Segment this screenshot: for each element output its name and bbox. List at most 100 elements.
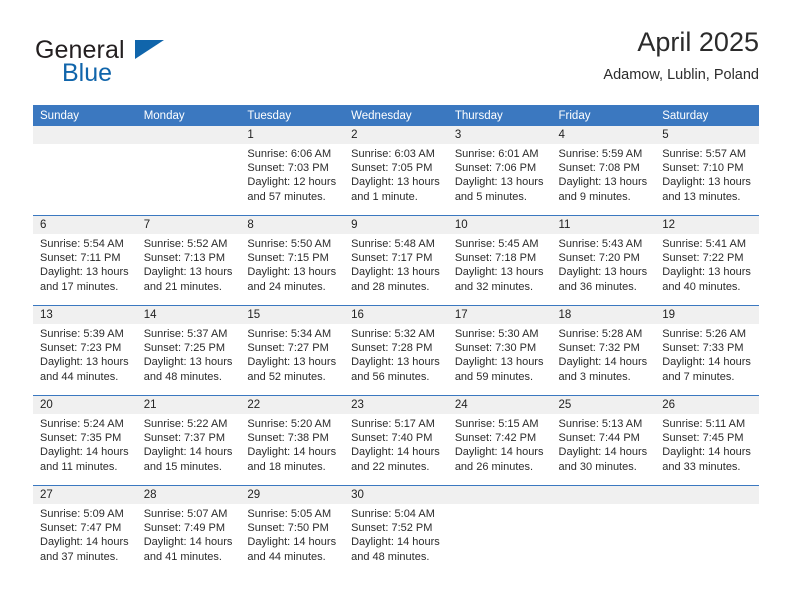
day-details-14: Sunrise: 5:37 AM Sunset: 7:25 PM Daylight:… xyxy=(136,324,241,396)
day-number-27[interactable]: 27 xyxy=(33,485,137,504)
week-daynumber-row: 12345 xyxy=(33,126,759,144)
day-detail-line: Sunrise: 5:11 AM xyxy=(662,418,746,430)
day-number-23[interactable]: 23 xyxy=(344,395,448,414)
day-detail-line: Sunset: 7:33 PM xyxy=(662,342,744,355)
weekday-header-friday: Friday xyxy=(551,105,656,126)
day-number-14[interactable]: 14 xyxy=(136,305,241,324)
day-number-21[interactable]: 21 xyxy=(136,395,241,414)
day-number-19[interactable]: 19 xyxy=(655,305,759,324)
day-number-7[interactable]: 7 xyxy=(136,215,241,234)
day-detail-line: and 44 minutes. xyxy=(247,550,326,563)
day-detail-line: Daylight: 13 hours xyxy=(662,266,751,279)
day-number-15[interactable]: 15 xyxy=(240,305,345,324)
day-detail-line: and 15 minutes. xyxy=(143,460,222,473)
day-number-9[interactable]: 9 xyxy=(344,215,448,234)
day-number-13[interactable]: 13 xyxy=(33,305,137,324)
day-detail-line: Daylight: 14 hours xyxy=(662,356,751,369)
day-number-3[interactable]: 3 xyxy=(447,126,552,144)
day-detail-line: Daylight: 13 hours xyxy=(247,356,337,369)
brand-logo[interactable]: General Blue xyxy=(33,26,293,92)
day-number-26[interactable]: 26 xyxy=(655,395,759,414)
day-number-11[interactable]: 11 xyxy=(551,215,656,234)
weekday-header-tuesday: Tuesday xyxy=(240,105,345,126)
day-detail-line: and 57 minutes. xyxy=(247,190,326,203)
day-detail-line: Sunrise: 5:43 AM xyxy=(558,238,643,250)
day-detail-line: Sunrise: 5:50 AM xyxy=(247,238,332,250)
day-detail-line: Daylight: 13 hours xyxy=(662,176,751,189)
day-details-empty xyxy=(447,504,552,575)
day-detail-line: Sunset: 7:18 PM xyxy=(454,252,537,265)
day-detail-line: Daylight: 12 hours xyxy=(247,176,337,189)
calendar-table: Sunday Monday Tuesday Wednesday Thursday… xyxy=(33,105,759,575)
day-detail-line: Sunset: 7:42 PM xyxy=(454,432,537,445)
day-number-17[interactable]: 17 xyxy=(447,305,552,324)
day-detail-line: Sunrise: 6:03 AM xyxy=(351,148,435,160)
day-detail-line: and 30 minutes. xyxy=(558,460,637,473)
day-detail-line: Sunrise: 5:13 AM xyxy=(558,418,643,430)
day-detail-line: Sunrise: 5:07 AM xyxy=(143,508,228,520)
calendar-body: 12345 Sunrise: 6:06 AM Sunset: 7:03 PM Day… xyxy=(33,126,759,575)
day-details-18: Sunrise: 5:28 AM Sunset: 7:32 PM Daylight:… xyxy=(551,324,656,396)
day-number-25[interactable]: 25 xyxy=(551,395,656,414)
day-number-1[interactable]: 1 xyxy=(240,126,345,144)
day-detail-line: and 41 minutes. xyxy=(143,550,222,563)
day-detail-line: Sunset: 7:05 PM xyxy=(351,162,433,175)
day-detail-line: and 3 minutes. xyxy=(558,370,631,383)
weekday-header-thursday: Thursday xyxy=(447,105,552,126)
day-details-20: Sunrise: 5:24 AM Sunset: 7:35 PM Daylight:… xyxy=(33,414,137,486)
day-detail-line: Sunset: 7:22 PM xyxy=(662,252,744,265)
day-number-22[interactable]: 22 xyxy=(240,395,345,414)
day-detail-line: and 1 minute. xyxy=(351,190,418,203)
day-detail-empty xyxy=(455,507,546,521)
triangle-icon xyxy=(135,40,164,59)
day-detail-line: Sunrise: 5:04 AM xyxy=(351,508,435,520)
day-detail-line: Sunset: 7:17 PM xyxy=(351,252,433,265)
day-detail-line: and 36 minutes. xyxy=(558,280,637,293)
day-number-8[interactable]: 8 xyxy=(240,215,345,234)
day-detail-line: Sunset: 7:44 PM xyxy=(558,432,640,445)
weekday-header-sunday: Sunday xyxy=(33,105,137,126)
day-detail-line: Daylight: 14 hours xyxy=(351,536,440,549)
weekday-header-wednesday: Wednesday xyxy=(344,105,448,126)
day-detail-line: Sunset: 7:03 PM xyxy=(247,162,329,175)
day-detail-line: Sunrise: 5:48 AM xyxy=(351,238,435,250)
day-detail-line: Daylight: 14 hours xyxy=(143,536,233,549)
day-detail-line: Sunset: 7:50 PM xyxy=(247,522,329,535)
day-detail-line: Daylight: 13 hours xyxy=(40,356,129,369)
day-number-4[interactable]: 4 xyxy=(551,126,656,144)
day-details-25: Sunrise: 5:13 AM Sunset: 7:44 PM Daylight:… xyxy=(551,414,656,486)
brand-name-blue: Blue xyxy=(62,59,113,87)
day-number-5[interactable]: 5 xyxy=(655,126,759,144)
week-detail-row: Sunrise: 5:54 AM Sunset: 7:11 PM Daylight:… xyxy=(33,234,759,306)
day-number-24[interactable]: 24 xyxy=(447,395,552,414)
calendar-grid: Sunday Monday Tuesday Wednesday Thursday… xyxy=(33,105,759,575)
week-detail-row: Sunrise: 5:09 AM Sunset: 7:47 PM Daylight:… xyxy=(33,504,759,575)
day-detail-line: Daylight: 14 hours xyxy=(247,446,337,459)
day-number-16[interactable]: 16 xyxy=(344,305,448,324)
day-details-22: Sunrise: 5:20 AM Sunset: 7:38 PM Daylight:… xyxy=(240,414,345,486)
day-detail-line: Sunrise: 5:59 AM xyxy=(558,148,643,160)
day-detail-line: Sunset: 7:35 PM xyxy=(40,432,122,445)
day-detail-line: Daylight: 13 hours xyxy=(351,266,440,279)
day-detail-line: and 7 minutes. xyxy=(662,370,735,383)
day-number-12[interactable]: 12 xyxy=(655,215,759,234)
day-detail-line: Daylight: 13 hours xyxy=(454,176,544,189)
day-detail-line: Daylight: 13 hours xyxy=(143,356,233,369)
day-detail-empty xyxy=(559,507,650,521)
day-detail-line: Sunrise: 5:37 AM xyxy=(143,328,228,340)
day-details-3: Sunrise: 6:01 AM Sunset: 7:06 PM Daylight:… xyxy=(447,144,552,216)
day-number-29[interactable]: 29 xyxy=(240,485,345,504)
day-detail-line: Sunrise: 5:22 AM xyxy=(143,418,228,430)
day-number-28[interactable]: 28 xyxy=(136,485,241,504)
day-number-6[interactable]: 6 xyxy=(33,215,137,234)
day-number-18[interactable]: 18 xyxy=(551,305,656,324)
day-detail-line: Sunrise: 5:20 AM xyxy=(247,418,332,430)
day-detail-line: and 44 minutes. xyxy=(40,370,119,383)
day-number-20[interactable]: 20 xyxy=(33,395,137,414)
day-number-2[interactable]: 2 xyxy=(344,126,448,144)
day-detail-line: Sunset: 7:49 PM xyxy=(143,522,226,535)
day-number-10[interactable]: 10 xyxy=(447,215,552,234)
day-detail-line: Sunset: 7:25 PM xyxy=(143,342,226,355)
day-number-30[interactable]: 30 xyxy=(344,485,448,504)
day-details-2: Sunrise: 6:03 AM Sunset: 7:05 PM Daylight:… xyxy=(344,144,448,216)
